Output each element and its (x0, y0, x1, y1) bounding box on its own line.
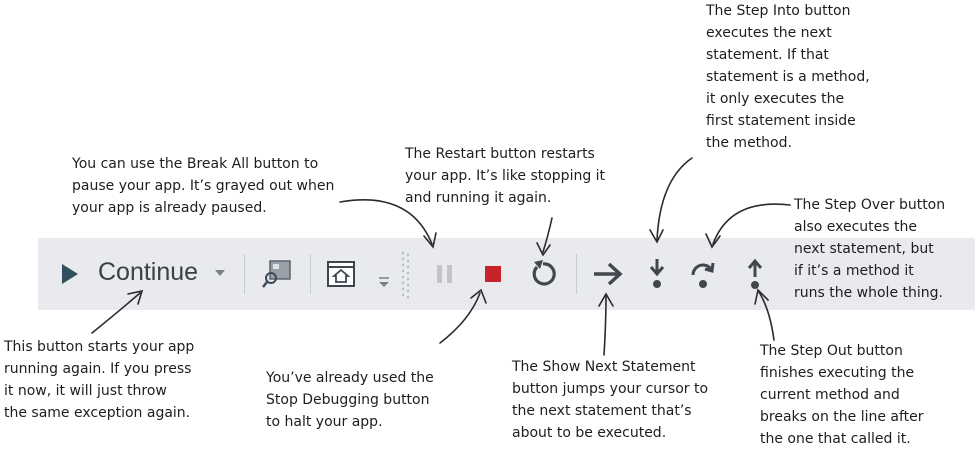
step-out-note: The Step Out button finishes executing t… (760, 343, 924, 447)
step-over-note: The Step Over button also executes the n… (794, 197, 946, 301)
stop-debugging-note: You’ve already used the Stop Debugging b… (266, 370, 434, 430)
restart-note: The Restart button restarts your app. It… (405, 146, 606, 206)
show-next-statement-note: The Show Next Statement button jumps you… (512, 359, 709, 441)
step-into-note: The Step Into button executes the next s… (706, 3, 870, 151)
break-all-note: You can use the Break All button to paus… (72, 156, 335, 216)
continue-note: This button starts your app running agai… (4, 339, 195, 421)
